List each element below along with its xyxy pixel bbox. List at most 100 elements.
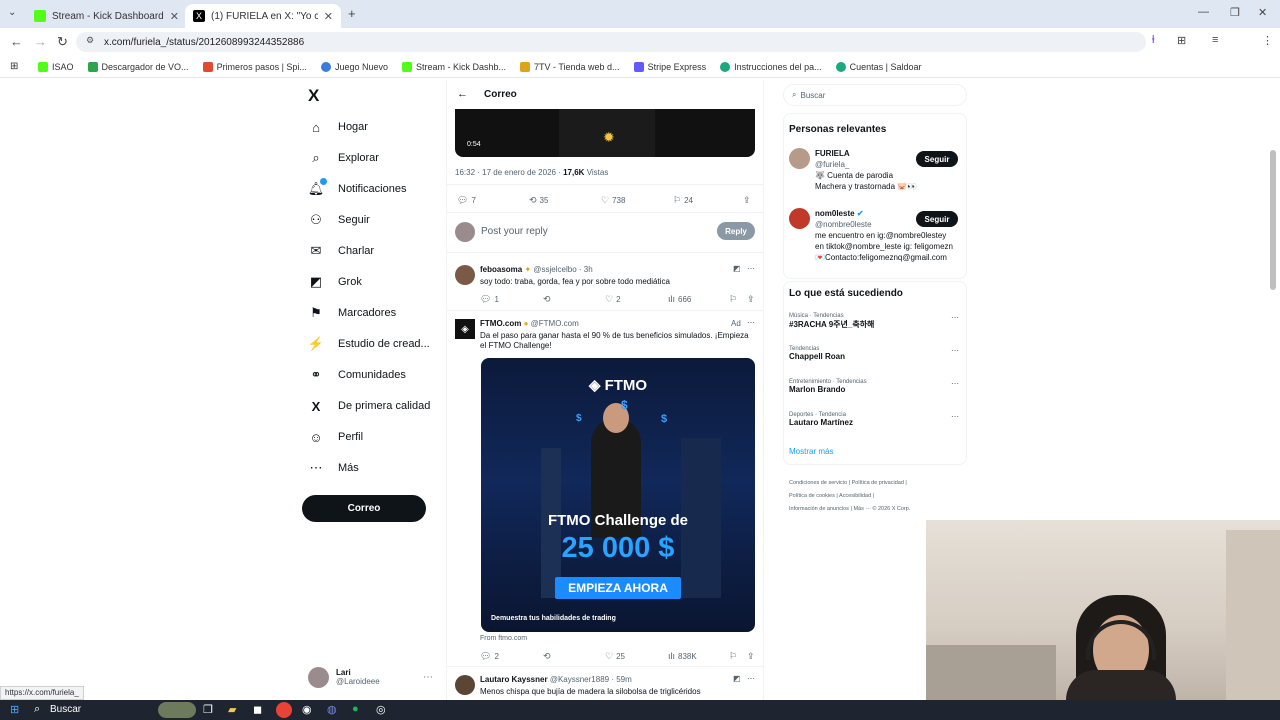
sidebar-item-communities[interactable]: ⚭ Comunidades: [308, 364, 406, 386]
x-logo[interactable]: X: [308, 86, 319, 106]
reload-icon[interactable]: ↻: [57, 34, 68, 50]
post-button[interactable]: Correo: [302, 495, 426, 522]
more-icon[interactable]: ⋯: [951, 346, 959, 355]
bookmark[interactable]: ISAO: [38, 61, 74, 72]
chrome-icon[interactable]: [276, 702, 292, 718]
sidebar-item-home[interactable]: ⌂ Hogar: [308, 116, 368, 138]
more-icon[interactable]: ⋯: [747, 674, 755, 683]
share-action[interactable]: ⇪: [747, 294, 758, 305]
cta-button[interactable]: EMPIEZA AHORA: [555, 577, 681, 599]
repost-action[interactable]: ⟲ 35: [529, 195, 548, 206]
more-icon[interactable]: ⋯: [951, 412, 959, 421]
bookmark-action[interactable]: ⚐ 24: [673, 195, 693, 206]
person-name[interactable]: FURIELA: [815, 148, 917, 159]
bookmark[interactable]: Descargador de VO...: [87, 61, 189, 72]
more-icon[interactable]: ⋯: [951, 313, 959, 322]
grok-icon[interactable]: ◩: [733, 264, 741, 273]
minimize-icon[interactable]: —: [1198, 6, 1209, 18]
obs-icon[interactable]: ◉: [302, 703, 312, 716]
bookmark[interactable]: Stripe Express: [633, 61, 706, 72]
views-action[interactable]: ılı 838K: [668, 651, 697, 661]
follow-button[interactable]: Seguir: [916, 211, 958, 227]
bookmark[interactable]: 7TV - Tienda web d...: [520, 61, 620, 72]
like-action[interactable]: ♡ 738: [601, 195, 625, 206]
share-action[interactable]: ⇪: [743, 195, 754, 206]
reply-input[interactable]: Post your reply: [481, 226, 548, 237]
sidebar-item-explore[interactable]: ⌕ Explorar: [308, 147, 379, 169]
footer-link[interactable]: Política de privacidad: [852, 480, 904, 486]
footer-link[interactable]: Condiciones de servicio: [789, 480, 847, 486]
back-arrow-icon[interactable]: ←: [457, 88, 468, 100]
ad-banner[interactable]: ◈ FTMO $ $ $ FTMO Challenge de 25 000 $ …: [481, 358, 755, 632]
repost-action[interactable]: ⟲: [543, 294, 554, 305]
trend-item[interactable]: Música · Tendencias #3RACHA 9주년_축하해 ⋯: [789, 313, 959, 330]
bookmark[interactable]: Stream - Kick Dashb...: [401, 61, 506, 72]
menu-icon[interactable]: ⋮: [1262, 34, 1273, 47]
views-action[interactable]: ılı 666: [668, 294, 691, 304]
discord-icon[interactable]: ◍: [327, 703, 337, 716]
apps-icon[interactable]: ⊞: [10, 61, 18, 72]
bookmark-action[interactable]: ⚐: [729, 294, 740, 305]
bookmark[interactable]: Instrucciones del pa...: [720, 61, 822, 72]
trend-item[interactable]: Tendencias Chappell Roan ⋯: [789, 346, 959, 361]
tweet-author[interactable]: feboasoma: [480, 265, 522, 274]
close-window-icon[interactable]: ✕: [1258, 6, 1267, 19]
more-icon[interactable]: ⋯: [951, 379, 959, 388]
maximize-icon[interactable]: ❐: [1230, 6, 1240, 19]
footer-link[interactable]: Más ···: [853, 506, 870, 512]
ad-source[interactable]: From ftmo.com: [480, 635, 527, 642]
sidebar-item-follow[interactable]: ⚇ Seguir: [308, 209, 370, 231]
taskbar-search[interactable]: Buscar: [50, 704, 81, 715]
footer-link[interactable]: Accesibilidad: [839, 493, 871, 499]
more-icon[interactable]: ⋯: [423, 672, 433, 683]
avatar[interactable]: [789, 208, 810, 229]
app-icon[interactable]: ◎: [376, 703, 386, 716]
reply-action[interactable]: 💬︎ 7: [457, 195, 476, 206]
store-icon[interactable]: ◼: [253, 703, 262, 716]
follow-button[interactable]: Seguir: [916, 151, 958, 167]
repost-action[interactable]: ⟲: [543, 651, 554, 662]
trend-item[interactable]: Entretenimiento · Tendencias Marlon Brand…: [789, 379, 959, 394]
spotify-icon[interactable]: ●: [352, 703, 359, 715]
sidebar-item-notifications[interactable]: 🔔︎ Notificaciones: [308, 178, 406, 200]
bookmark[interactable]: Cuentas | Saldoar: [835, 61, 922, 72]
avatar[interactable]: [789, 148, 810, 169]
tweet-author[interactable]: Lautaro Kayssner: [480, 675, 548, 684]
bookmark[interactable]: Juego Nuevo: [320, 61, 388, 72]
widget-icon[interactable]: [158, 702, 196, 718]
trend-item[interactable]: Deportes · Tendencia Lautaro Martínez ⋯: [789, 412, 959, 427]
more-icon[interactable]: ⋯: [747, 264, 755, 273]
reply-action[interactable]: 💬︎ 2: [480, 651, 499, 662]
more-icon[interactable]: ⋯: [747, 318, 755, 327]
reply-action[interactable]: 💬︎ 1: [480, 294, 499, 305]
windows-icon[interactable]: ⊞: [10, 703, 19, 716]
reply-button[interactable]: Reply: [717, 222, 755, 240]
sidebar-item-chat[interactable]: ✉ Charlar: [308, 240, 375, 262]
sidebar-item-premium[interactable]: X De primera calidad: [308, 395, 431, 417]
sidebar-item-grok[interactable]: ◩ Grok: [308, 271, 362, 293]
tab-x[interactable]: X (1) FURIELA en X: "Yo creo q lo ✕: [185, 4, 341, 28]
share-action[interactable]: ⇪: [747, 651, 758, 662]
bookmark[interactable]: Primeros pasos | Spi...: [202, 61, 307, 72]
like-action[interactable]: ♡ 25: [605, 651, 625, 662]
grok-icon[interactable]: ◩: [733, 674, 741, 683]
forward-icon[interactable]: →: [34, 34, 47, 49]
footer-link[interactable]: Información de anuncios: [789, 506, 849, 512]
sidebar-item-more[interactable]: ⋯ Más: [308, 457, 359, 479]
tab-list-icon[interactable]: ⌄: [8, 7, 16, 18]
back-icon[interactable]: ←: [10, 34, 23, 49]
bookmark-action[interactable]: ⚐: [729, 651, 740, 662]
media-icon[interactable]: ≡: [1212, 34, 1218, 46]
person-name[interactable]: nom0leste: [815, 209, 855, 218]
footer-link[interactable]: Política de cookies: [789, 493, 835, 499]
sidebar-item-profile[interactable]: ☺ Perfil: [308, 426, 363, 448]
extension-7tv-icon[interactable]: ⱡ: [1152, 34, 1154, 46]
video-player[interactable]: ✹ 0:54: [455, 109, 755, 157]
folder-icon[interactable]: ▰: [228, 703, 236, 716]
search-input[interactable]: ⌕ Buscar: [783, 84, 967, 106]
close-icon[interactable]: ✕: [318, 10, 333, 23]
site-info-icon[interactable]: ⚙: [86, 35, 94, 46]
puzzle-icon[interactable]: ⊞: [1177, 34, 1186, 47]
account-switcher[interactable]: Lari @Laroideee ⋯: [308, 665, 433, 689]
sidebar-item-bookmarks[interactable]: ⚑ Marcadores: [308, 302, 396, 324]
